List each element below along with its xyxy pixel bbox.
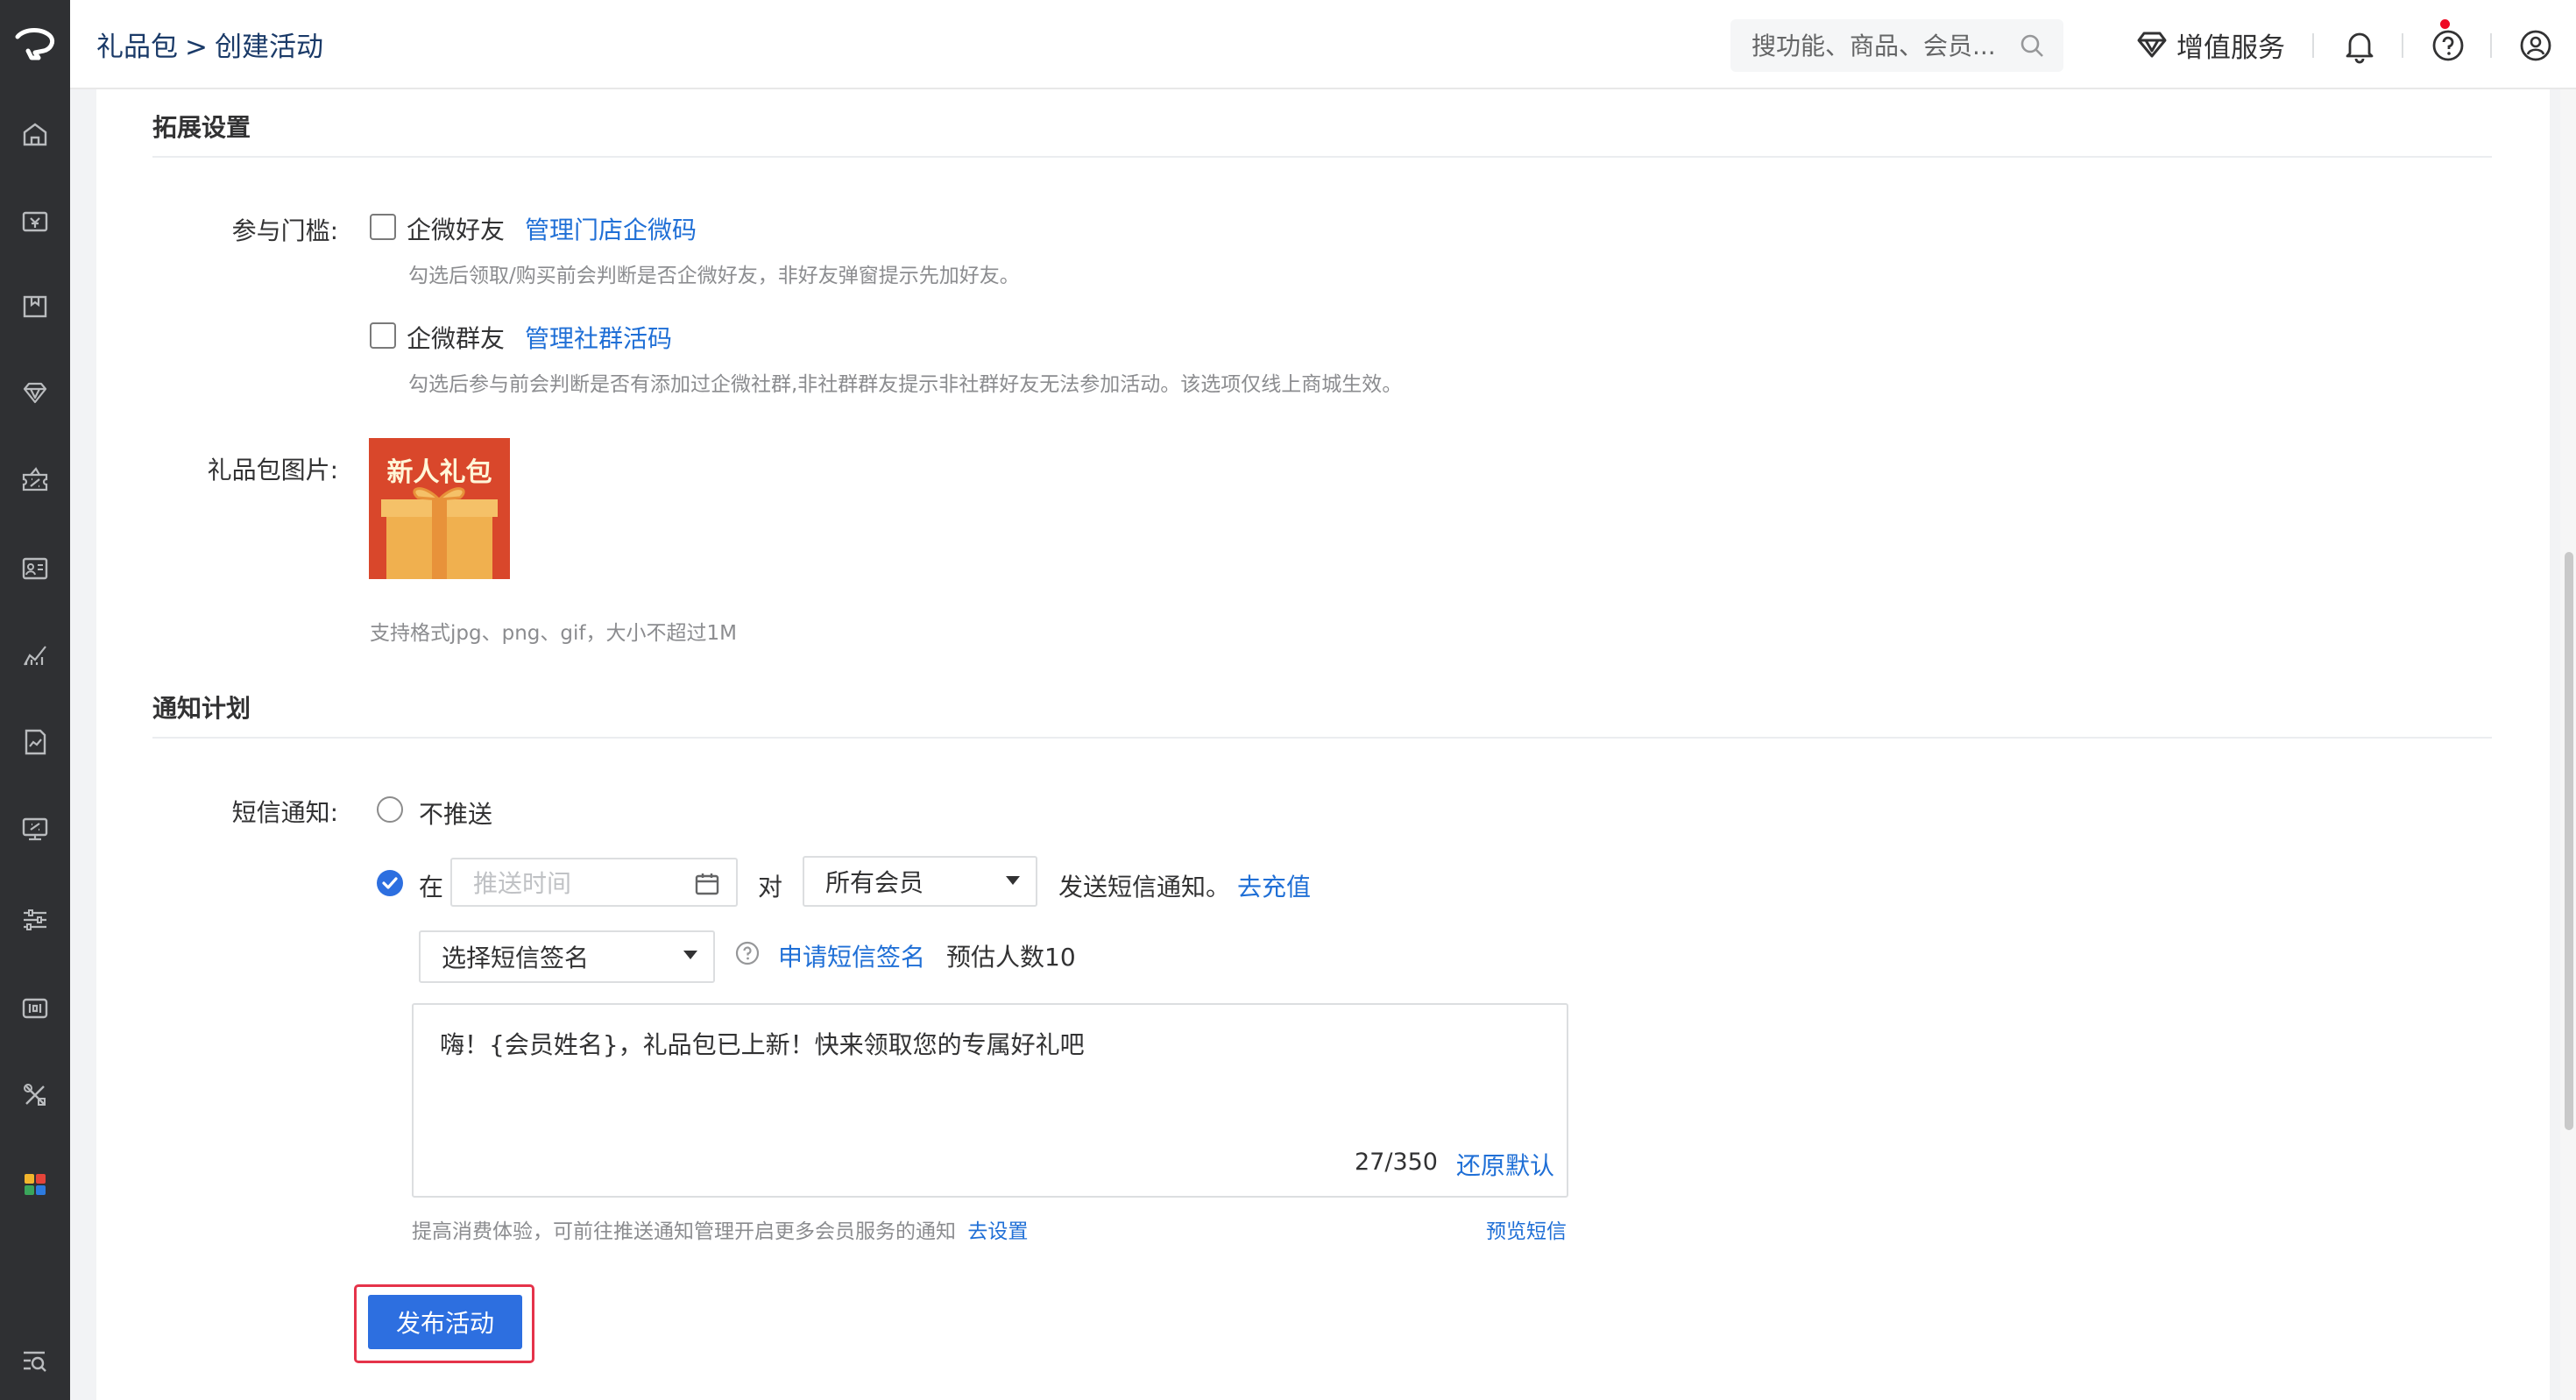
preview-sms-link[interactable]: 预览短信 xyxy=(1486,1214,1567,1244)
sms-signature-placeholder: 选择短信签名 xyxy=(442,944,590,972)
to-label: 对 xyxy=(758,873,783,902)
help-circle-icon[interactable] xyxy=(734,940,761,966)
apps-icon[interactable] xyxy=(18,1167,53,1202)
audience-value: 所有会员 xyxy=(825,868,924,897)
header-divider xyxy=(2402,33,2403,58)
header-divider xyxy=(2312,33,2314,58)
check-icon xyxy=(382,877,398,889)
analytics-icon[interactable] xyxy=(18,637,53,672)
sms-message-text[interactable]: 嗨！{会员姓名}，礼品包已上新！快来领取您的专属好礼吧 xyxy=(440,1026,1085,1061)
go-settings-link[interactable]: 去设置 xyxy=(967,1220,1028,1243)
header-divider xyxy=(2490,33,2492,58)
wecom-group-help: 勾选后参与前会判断是否有添加过企微社群,非社群群友提示非社群好友无法参加活动。该… xyxy=(408,373,1403,396)
wecom-group-label[interactable]: 企微群友 xyxy=(407,320,505,355)
breadcrumb-separator: > xyxy=(185,32,208,63)
char-counter: 27/350 xyxy=(1355,1149,1438,1176)
member-card-icon[interactable] xyxy=(18,550,53,585)
calendar-icon[interactable] xyxy=(694,871,720,897)
goods-icon[interactable] xyxy=(18,289,53,324)
estimated-recipients: 预估人数10 xyxy=(946,943,1076,972)
report-icon[interactable] xyxy=(18,725,53,760)
breadcrumb-parent[interactable]: 礼品包 xyxy=(96,32,178,63)
notify-tip: 提高消费体验，可前往推送通知管理开启更多会员服务的通知 去设置 xyxy=(412,1214,1028,1244)
manage-community-code-link[interactable]: 管理社群活码 xyxy=(525,320,672,355)
wecom-friend-help: 勾选后领取/购买前会判断是否企微好友，非好友弹窗提示先加好友。 xyxy=(408,265,1020,287)
manage-store-wecom-code-link[interactable]: 管理门店企微码 xyxy=(525,211,697,246)
send-sms-suffix: 发送短信通知。 xyxy=(1058,873,1231,902)
sidebar xyxy=(0,0,70,1400)
sms-notify-label: 短信通知: xyxy=(231,798,338,827)
wecom-group-checkbox[interactable] xyxy=(370,322,396,349)
chevron-down-icon xyxy=(683,951,697,959)
section-divider xyxy=(152,737,2492,739)
gift-image-label: 礼品包图片: xyxy=(207,456,338,484)
search-list-icon[interactable] xyxy=(18,1343,53,1378)
restore-default-link[interactable]: 还原默认 xyxy=(1456,1147,1554,1182)
no-push-label[interactable]: 不推送 xyxy=(419,795,492,831)
threshold-label: 参与门槛: xyxy=(231,216,338,245)
scrollbar-thumb[interactable] xyxy=(2565,552,2573,1130)
help-icon[interactable] xyxy=(2429,26,2467,65)
apply-sms-signature-link[interactable]: 申请短信签名 xyxy=(778,938,925,973)
push-time-placeholder: 推送时间 xyxy=(473,869,572,898)
gift-package-image[interactable]: 新人礼包 xyxy=(369,438,510,579)
notify-tip-text: 提高消费体验，可前往推送通知管理开启更多会员服务的通知 xyxy=(412,1220,956,1243)
sms-content-editor[interactable]: 嗨！{会员姓名}，礼品包已上新！快来领取您的专属好礼吧 27/350 还原默认 xyxy=(412,1003,1568,1198)
value-added-services-button[interactable]: 增值服务 xyxy=(2134,23,2285,67)
section-title-extension: 拓展设置 xyxy=(152,113,251,142)
channel-icon[interactable] xyxy=(18,991,53,1026)
search-icon[interactable] xyxy=(2018,32,2046,60)
brand-logo[interactable] xyxy=(9,18,61,70)
wecom-friend-checkbox[interactable] xyxy=(370,214,396,240)
user-avatar-icon[interactable] xyxy=(2516,26,2555,65)
breadcrumb: 礼品包 > 创建活动 xyxy=(96,25,323,64)
push-time-picker[interactable]: 推送时间 xyxy=(450,858,738,907)
no-push-radio[interactable] xyxy=(377,796,403,823)
gift-image-caption: 新人礼包 xyxy=(386,457,492,488)
section-divider xyxy=(152,156,2492,158)
at-label: 在 xyxy=(419,873,444,902)
top-header: 礼品包>创建活动 增值服务 xyxy=(70,0,2576,89)
sms-signature-select[interactable]: 选择短信签名 xyxy=(419,930,715,983)
breadcrumb-current: 创建活动 xyxy=(214,32,323,63)
global-search[interactable] xyxy=(1730,19,2063,72)
diamond-icon[interactable] xyxy=(18,375,53,410)
image-format-help: 支持格式jpg、png、gif，大小不超过1M xyxy=(370,622,737,645)
recharge-link[interactable]: 去充值 xyxy=(1237,868,1311,903)
home-icon[interactable] xyxy=(18,117,53,152)
section-title-notify: 通知计划 xyxy=(152,694,251,723)
scheduled-push-radio[interactable] xyxy=(377,870,403,896)
bell-icon[interactable] xyxy=(2340,26,2379,65)
settings-sliders-icon[interactable] xyxy=(18,902,53,937)
search-input[interactable] xyxy=(1730,19,2014,72)
wecom-friend-label[interactable]: 企微好友 xyxy=(407,211,505,246)
value-added-services-label: 增值服务 xyxy=(2176,32,2285,64)
chevron-down-icon xyxy=(1006,876,1020,885)
tools-icon[interactable] xyxy=(18,1078,53,1113)
audience-select[interactable]: 所有会员 xyxy=(803,856,1037,907)
publish-activity-button[interactable]: 发布活动 xyxy=(368,1295,522,1349)
diamond-icon xyxy=(2137,32,2167,58)
